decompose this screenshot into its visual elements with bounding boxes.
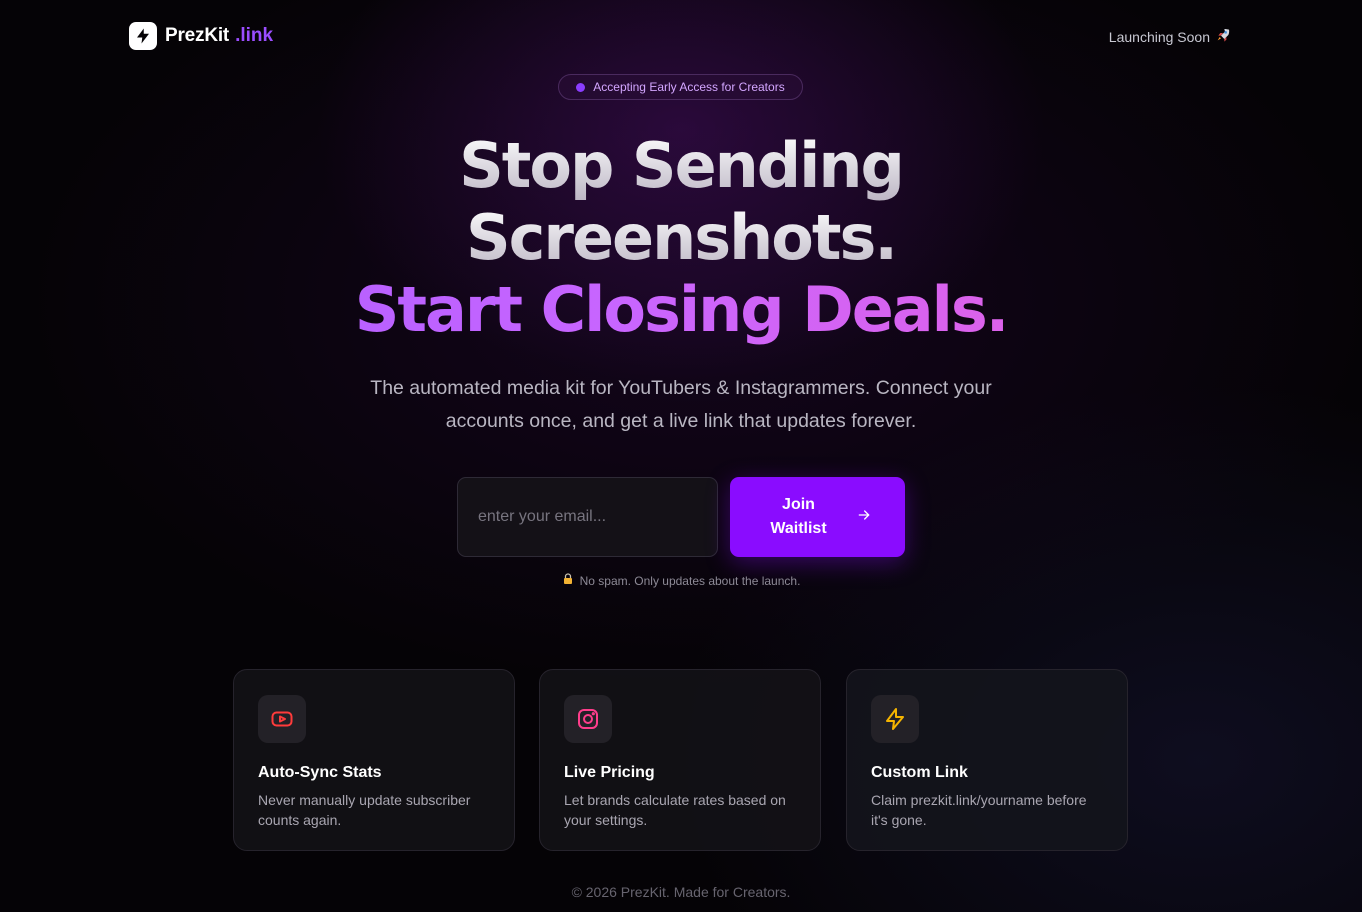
feature-description: Never manually update subscriber counts … (258, 792, 471, 828)
feature-description: Claim prezkit.link/yourname before it's … (871, 792, 1087, 828)
email-input[interactable] (457, 477, 718, 557)
launch-status-label: Launching Soon (1108, 28, 1210, 45)
lightning-bolt-icon (871, 695, 919, 743)
instagram-icon (564, 695, 612, 743)
feature-card-live-pricing: Live Pricing Let brands calculate rates … (539, 669, 821, 851)
brand-logo-link[interactable]: PrezKit .link (129, 22, 273, 50)
headline-line-1: Stop Sending (0, 130, 1362, 202)
join-waitlist-label: Join Waitlist (770, 496, 827, 537)
site-footer: © 2026 PrezKit. Made for Creators. (0, 884, 1362, 900)
lock-icon (562, 573, 574, 588)
spam-note-text: No spam. Only updates about the launch. (579, 573, 801, 588)
site-header: PrezKit .link Launching Soon (0, 0, 1362, 72)
badge-dot-icon (576, 82, 586, 92)
hero-subheadline: The automated media kit for YouTubers & … (331, 372, 1031, 438)
footer-text: © 2026 PrezKit. Made for Creators. (571, 884, 791, 900)
early-access-badge: Accepting Early Access for Creators (558, 74, 803, 100)
rocket-icon (1215, 27, 1231, 46)
headline-line-3: Start Closing Deals. (0, 274, 1362, 346)
brand-tld: .link (235, 25, 274, 46)
brand-name: PrezKit (165, 25, 230, 46)
feature-card-auto-sync: Auto-Sync Stats Never manually update su… (233, 669, 515, 851)
feature-title: Auto-Sync Stats (258, 764, 382, 781)
lightning-bolt-icon (129, 22, 157, 50)
feature-title: Custom Link (871, 764, 968, 781)
launch-status: Launching Soon (1109, 27, 1231, 46)
feature-description: Let brands calculate rates based on your… (564, 792, 786, 828)
subheadline-line-2: accounts once, and get a live link that … (445, 410, 917, 432)
arrow-right-icon (856, 507, 872, 528)
badge-label: Accepting Early Access for Creators (593, 80, 785, 94)
youtube-icon (258, 695, 306, 743)
feature-card-custom-link: Custom Link Claim prezkit.link/yourname … (846, 669, 1128, 851)
feature-title: Live Pricing (564, 764, 655, 781)
join-waitlist-button[interactable]: Join Waitlist (730, 477, 905, 557)
spam-note: No spam. Only updates about the launch. (0, 573, 1362, 588)
subheadline-line-1: The automated media kit for YouTubers & … (370, 377, 992, 399)
headline-line-2: Screenshots. (0, 202, 1362, 274)
hero-headline: Stop Sending Screenshots. Start Closing … (0, 130, 1362, 346)
